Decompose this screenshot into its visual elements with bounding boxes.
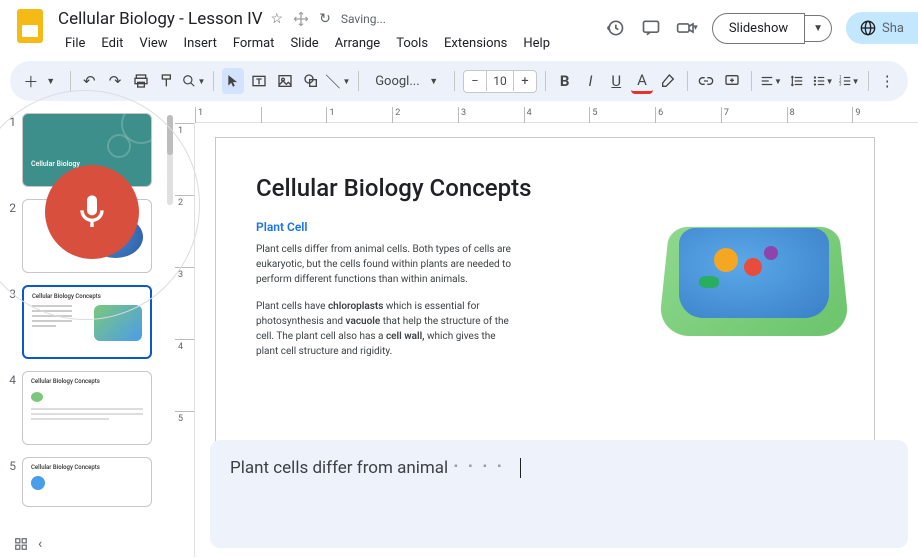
slide-number: 2 bbox=[4, 199, 16, 273]
menu-tools[interactable]: Tools bbox=[389, 32, 435, 55]
app-header: Cellular Biology - Lesson IV ☆ ↻ Saving.… bbox=[0, 0, 918, 55]
menu-view[interactable]: View bbox=[132, 32, 174, 55]
text-color-button[interactable]: A bbox=[631, 68, 653, 94]
print-button[interactable] bbox=[130, 68, 152, 94]
voice-pending-dots: ⠂⠂⠂⠂ bbox=[452, 458, 510, 478]
thumb-title: Cellular Biology Concepts bbox=[31, 378, 100, 385]
plant-cell-image[interactable] bbox=[654, 198, 854, 358]
thumb-title: Cellular Biology Concepts bbox=[31, 464, 100, 471]
shape-tool[interactable] bbox=[300, 68, 322, 94]
paint-format-button[interactable] bbox=[156, 68, 178, 94]
thumb-title: Cellular Biology bbox=[31, 160, 80, 168]
menu-bar: File Edit View Insert Format Slide Arran… bbox=[58, 32, 594, 55]
menu-help[interactable]: Help bbox=[516, 32, 557, 55]
slideshow-dropdown[interactable]: ▼ bbox=[805, 15, 832, 42]
add-comment-button[interactable] bbox=[721, 68, 743, 94]
slides-logo[interactable] bbox=[12, 8, 48, 44]
underline-button[interactable]: U bbox=[605, 68, 627, 94]
filmstrip-scrollbar[interactable] bbox=[167, 115, 173, 205]
star-icon[interactable]: ☆ bbox=[271, 11, 284, 27]
thumb-title: Cellular Biology Concepts bbox=[32, 293, 101, 300]
slide-thumbnail-4[interactable]: 4 Cellular Biology Concepts bbox=[4, 371, 167, 445]
voice-transcript: Plant cells differ from animal bbox=[230, 458, 448, 478]
bullet-list-button[interactable]: ▼ bbox=[812, 68, 834, 94]
comment-icon[interactable] bbox=[640, 17, 662, 39]
zoom-button[interactable]: ▼ bbox=[182, 68, 206, 94]
slide-thumbnail-5[interactable]: 5 Cellular Biology Concepts bbox=[4, 457, 167, 507]
highlight-button[interactable] bbox=[657, 68, 679, 94]
menu-file[interactable]: File bbox=[58, 32, 92, 55]
bottom-toolbar: ‹ bbox=[0, 530, 200, 558]
line-spacing-button[interactable] bbox=[786, 68, 808, 94]
slide-number: 1 bbox=[4, 113, 16, 187]
history-icon[interactable] bbox=[604, 17, 626, 39]
svg-text:3: 3 bbox=[839, 82, 842, 87]
camera-icon[interactable]: ▾ bbox=[676, 17, 698, 39]
menu-slide[interactable]: Slide bbox=[283, 32, 325, 55]
header-actions: ▾ Slideshow ▼ Sha bbox=[604, 8, 906, 44]
slide-title-text[interactable]: Cellular Biology Concepts bbox=[256, 174, 531, 202]
slide-subtitle-text[interactable]: Plant Cell bbox=[256, 220, 308, 234]
slide-number: 3 bbox=[4, 285, 16, 359]
menu-format[interactable]: Format bbox=[226, 32, 282, 55]
toolbar: ＋ ▼ ↶ ↷ ▼ ＼▼ Googl... ▼ − 10 + B I U A bbox=[10, 61, 908, 101]
status-icon[interactable]: ↻ bbox=[319, 11, 331, 27]
horizontal-ruler[interactable]: 1 1 2 3 4 5 6 7 8 9 bbox=[195, 107, 918, 123]
menu-arrange[interactable]: Arrange bbox=[328, 32, 387, 55]
slide-body-text[interactable]: Plant cells differ from animal cells. Bo… bbox=[256, 242, 516, 371]
move-icon[interactable] bbox=[293, 11, 309, 27]
new-slide-button[interactable]: ＋ bbox=[20, 68, 42, 94]
voice-typing-mic-button[interactable] bbox=[45, 165, 139, 259]
vertical-ruler[interactable]: 1 2 3 4 5 bbox=[175, 123, 195, 557]
redo-button[interactable]: ↷ bbox=[104, 68, 126, 94]
slideshow-button[interactable]: Slideshow bbox=[712, 13, 805, 44]
font-selector[interactable]: Googl... bbox=[375, 74, 423, 89]
new-slide-dropdown[interactable]: ▼ bbox=[40, 68, 62, 94]
link-button[interactable] bbox=[696, 68, 718, 94]
slide-number: 4 bbox=[4, 371, 16, 445]
line-tool[interactable]: ＼▼ bbox=[325, 68, 350, 94]
undo-button[interactable]: ↶ bbox=[78, 68, 100, 94]
slide-thumbnail-3[interactable]: 3 Cellular Biology Concepts bbox=[4, 285, 167, 359]
font-dropdown-icon[interactable]: ▼ bbox=[429, 76, 438, 87]
collapse-filmstrip-icon[interactable]: ‹ bbox=[38, 536, 42, 552]
font-size-value[interactable]: 10 bbox=[486, 71, 514, 91]
font-size-control: − 10 + bbox=[463, 70, 537, 93]
share-button[interactable]: Sha bbox=[846, 12, 918, 44]
font-size-increase[interactable]: + bbox=[514, 71, 536, 92]
document-title[interactable]: Cellular Biology - Lesson IV bbox=[58, 9, 263, 29]
italic-button[interactable]: I bbox=[580, 68, 602, 94]
bold-button[interactable]: B bbox=[554, 68, 576, 94]
title-area: Cellular Biology - Lesson IV ☆ ↻ Saving.… bbox=[58, 8, 594, 55]
font-size-decrease[interactable]: − bbox=[464, 71, 486, 92]
align-button[interactable]: ▼ bbox=[760, 68, 782, 94]
grid-view-icon[interactable] bbox=[14, 537, 28, 551]
saving-status: Saving... bbox=[341, 12, 386, 26]
slide-number: 5 bbox=[4, 457, 16, 507]
image-tool[interactable] bbox=[274, 68, 296, 94]
text-cursor bbox=[520, 458, 521, 478]
voice-input-bar[interactable]: Plant cells differ from animal ⠂⠂⠂⠂ bbox=[210, 440, 908, 548]
menu-insert[interactable]: Insert bbox=[177, 32, 224, 55]
more-tools-button[interactable]: ⋮ bbox=[876, 68, 898, 94]
menu-edit[interactable]: Edit bbox=[94, 32, 130, 55]
textbox-tool[interactable] bbox=[248, 68, 270, 94]
share-label: Sha bbox=[882, 21, 904, 36]
numbered-list-button[interactable]: 123▼ bbox=[838, 68, 860, 94]
menu-extensions[interactable]: Extensions bbox=[437, 32, 514, 55]
select-tool[interactable] bbox=[222, 68, 244, 94]
